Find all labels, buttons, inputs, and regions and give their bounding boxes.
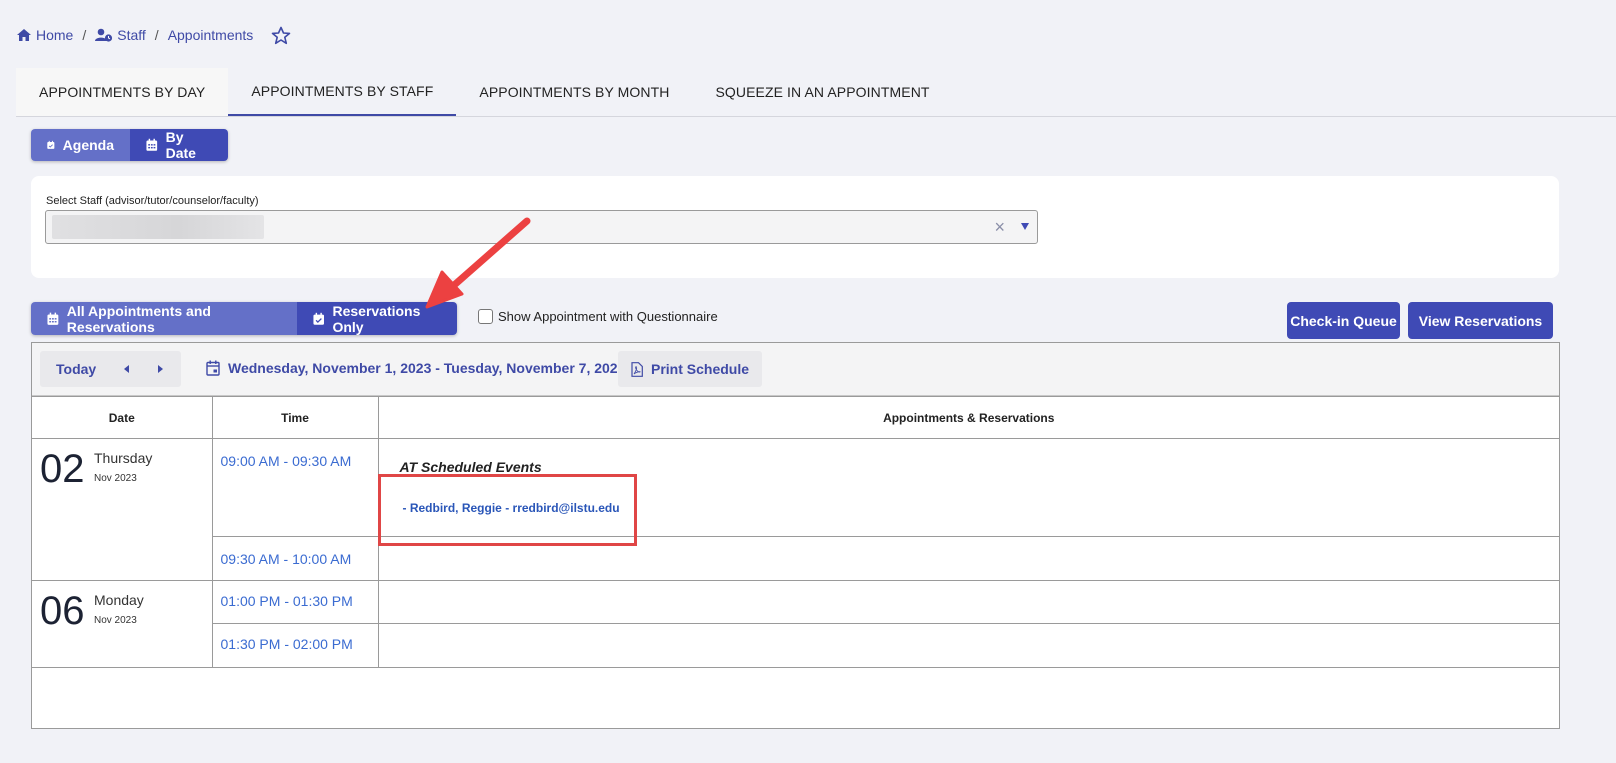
- annotation-arrow-icon: [425, 217, 531, 309]
